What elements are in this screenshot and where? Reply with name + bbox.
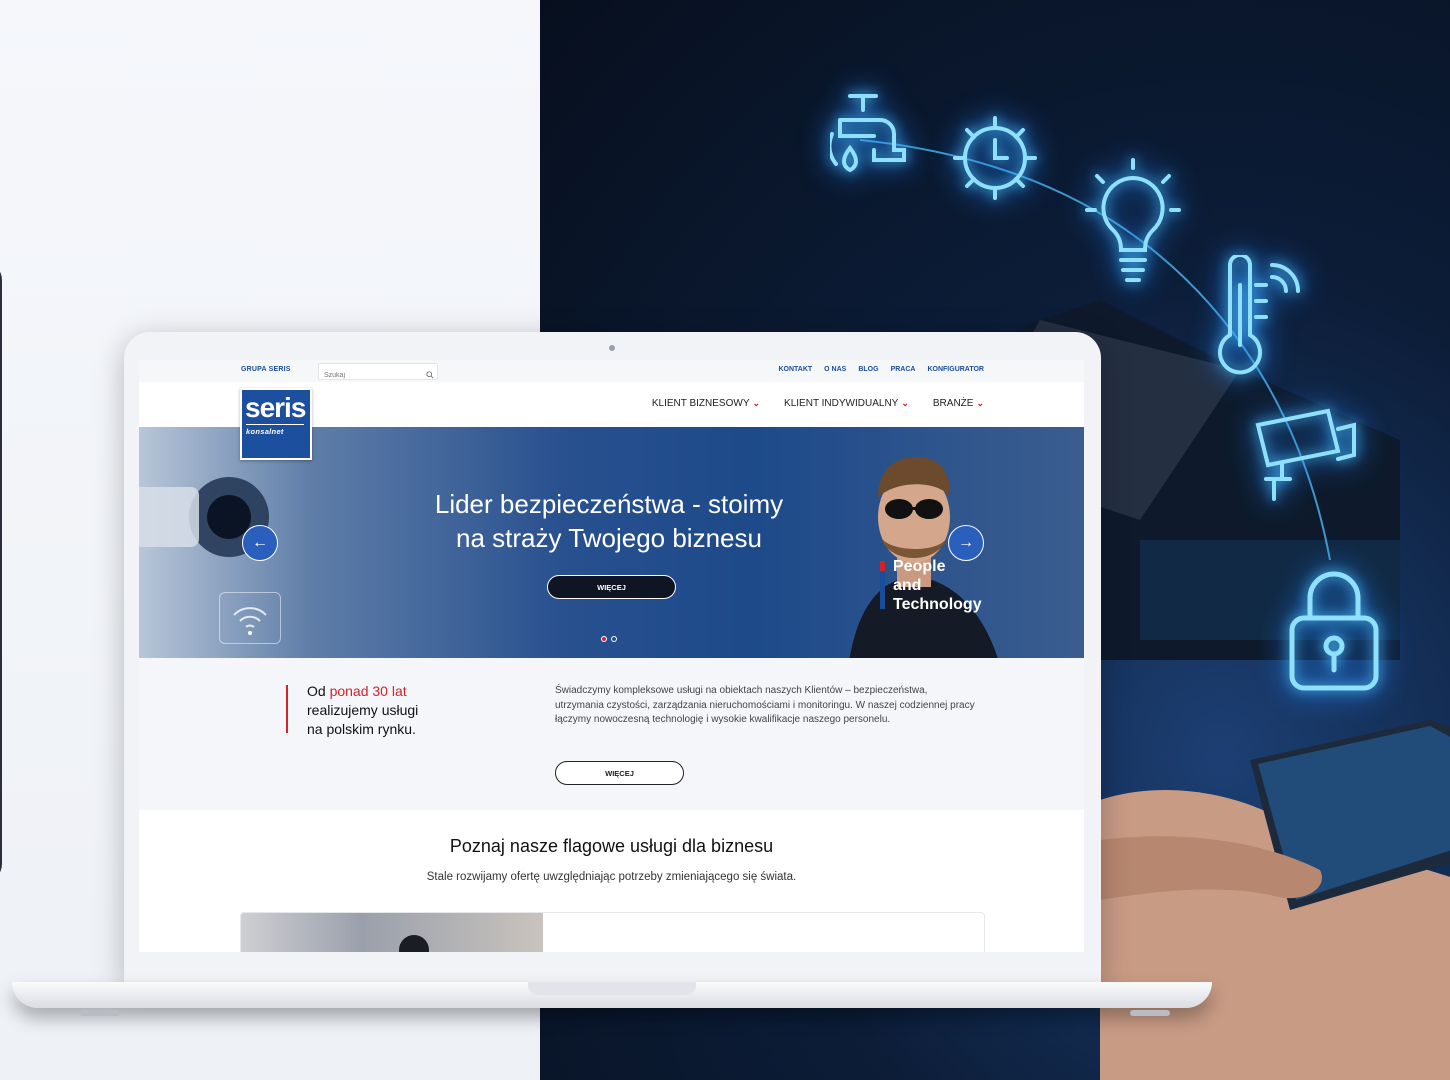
link-kontakt[interactable]: KONTAKT <box>778 366 812 373</box>
group-link[interactable]: GRUPA SERIS <box>241 366 291 373</box>
logo-wordmark: seris <box>245 392 306 423</box>
lead-highlight: ponad 30 lat <box>329 683 407 699</box>
nav-branze[interactable]: BRANŻE ⌄ <box>933 398 984 409</box>
hero-slider: Lider bezpieczeństwa - stoimy na straży T… <box>139 427 1084 658</box>
arrow-left-icon[interactable]: ← <box>242 525 278 561</box>
lead-line2: realizujemy usługi <box>307 702 419 718</box>
hero-title-line1: Lider bezpieczeństwa - stoimy <box>434 489 784 519</box>
service-card-image <box>241 913 543 952</box>
link-o-nas[interactable]: O NAS <box>824 366 846 373</box>
slider-dots <box>601 636 617 642</box>
nav-klient-indywidualny[interactable]: KLIENT INDYWIDUALNY ⌄ <box>784 398 909 409</box>
nav-label: KLIENT BIZNESOWY <box>651 398 750 409</box>
utility-bar: GRUPA SERIS KONTAKT O NAS BLOG PRACA KON… <box>139 360 1084 383</box>
webcam-icon <box>609 345 615 351</box>
utility-links: KONTAKT O NAS BLOG PRACA KONFIGURATOR <box>778 366 984 373</box>
nav-label: KLIENT INDYWIDUALNY <box>784 398 899 409</box>
about-body: Świadczymy kompleksowe usługi na obiekta… <box>555 685 975 725</box>
tagline-line2: and <box>893 577 922 594</box>
chevron-down-icon: ⌄ <box>976 398 984 408</box>
lead-prefix: Od <box>307 683 330 699</box>
chevron-down-icon: ⌄ <box>752 398 761 408</box>
logo-divider <box>246 424 304 425</box>
accent-line <box>286 685 288 733</box>
light-bulb-icon <box>1085 158 1181 300</box>
search-box <box>318 363 438 382</box>
link-praca[interactable]: PRACA <box>891 366 916 373</box>
security-camera-icon <box>1252 405 1362 505</box>
gear-clock-icon <box>952 110 1038 206</box>
slider-dot-1[interactable] <box>601 636 607 642</box>
partial-device-edge <box>0 262 2 882</box>
slider-dot-2[interactable] <box>611 636 617 642</box>
camera-photo <box>139 477 269 557</box>
guard-cap <box>399 935 429 952</box>
hero-title: Lider bezpieczeństwa - stoimy na straży T… <box>369 487 849 555</box>
flagship-subtitle: Stale rozwijamy ofertę uwzględniając pot… <box>426 871 797 883</box>
service-card[interactable] <box>240 912 985 952</box>
lead-line3: na polskim rynku. <box>307 721 416 737</box>
flagship-title: Poznaj nasze flagowe usługi dla biznesu <box>449 836 774 856</box>
thermometer-icon <box>1200 255 1310 385</box>
seris-konsalnet-logo[interactable]: seris konsalnet <box>240 388 312 460</box>
hero-more-button[interactable]: WIĘCEJ <box>547 575 676 599</box>
faucet-icon <box>830 90 910 180</box>
about-section: Od ponad 30 lat realizujemy usługi na po… <box>139 658 1084 810</box>
flagship-services-section: Poznaj nasze flagowe usługi dla biznesu … <box>139 810 1084 952</box>
tagline-line1: People <box>893 558 946 575</box>
nav-label: BRANŻE <box>932 398 974 409</box>
about-more-button[interactable]: WIĘCEJ <box>555 761 684 785</box>
chevron-down-icon: ⌄ <box>901 398 909 408</box>
arrow-right-icon[interactable]: → <box>948 525 984 561</box>
search-input[interactable] <box>319 369 420 382</box>
hero-title-line2: na straży Twojego biznesu <box>456 523 762 553</box>
logo-subword: konsalnet <box>246 427 284 436</box>
laptop-foot-left <box>80 1010 120 1016</box>
link-blog[interactable]: BLOG <box>858 366 878 373</box>
tagline-bar-accent <box>880 561 885 571</box>
main-menu: KLIENT BIZNESOWY ⌄ KLIENT INDYWIDUALNY ⌄ B… <box>652 398 984 409</box>
wifi-icon <box>219 592 281 644</box>
nav-klient-biznesowy[interactable]: KLIENT BIZNESOWY ⌄ <box>652 398 760 409</box>
about-lead: Od ponad 30 lat realizujemy usługi na po… <box>307 682 418 739</box>
padlock-icon <box>1286 568 1382 694</box>
laptop-foot-right <box>1130 1010 1170 1016</box>
link-konfigurator[interactable]: KONFIGURATOR <box>927 366 984 373</box>
people-and-technology-tagline: People and Technology <box>880 557 982 614</box>
laptop-opening-notch <box>528 982 696 995</box>
tagline-line3: Technology <box>893 596 982 613</box>
